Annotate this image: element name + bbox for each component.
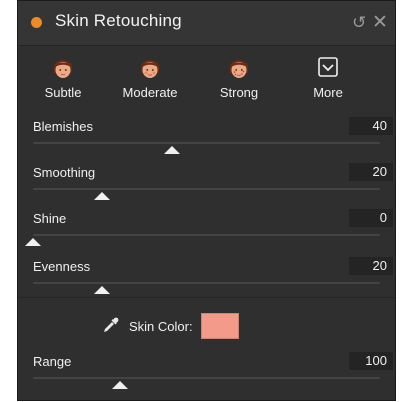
preset-bar: Subtle Moderate Strong More (18, 45, 395, 113)
preset-subtle-button[interactable]: Subtle (18, 55, 108, 100)
slider-thumb[interactable] (163, 146, 180, 154)
slider-value-field[interactable]: 100 (349, 352, 393, 370)
preset-label: Moderate (122, 85, 178, 100)
slider-label: Shine (33, 211, 67, 226)
slider-label: Evenness (33, 259, 91, 274)
preset-moderate-button[interactable]: Moderate (105, 55, 195, 100)
slider-evenness: Evenness 20 (18, 257, 395, 307)
face-strong-icon (230, 60, 248, 78)
preset-label: More (313, 85, 343, 100)
slider-value-field[interactable]: 0 (349, 209, 393, 227)
slider-track[interactable] (33, 377, 380, 379)
undo-icon[interactable]: ↺ (352, 13, 366, 33)
slider-thumb[interactable] (94, 192, 111, 200)
face-subtle-icon (54, 60, 72, 78)
slider-track[interactable] (33, 188, 380, 190)
skin-retouching-panel: Skin Retouching ↺ ✕ Subtle Moderate Stro… (17, 0, 396, 401)
more-presets-button[interactable]: More (283, 55, 373, 100)
slider-blemishes: Blemishes 40 (18, 117, 395, 167)
eyedropper-icon[interactable] (102, 316, 120, 334)
slider-label: Blemishes (33, 119, 93, 134)
slider-smoothing: Smoothing 20 (18, 163, 395, 213)
panel-title: Skin Retouching (55, 11, 182, 30)
preset-label: Subtle (44, 85, 82, 100)
preset-label: Strong (219, 85, 259, 100)
slider-label: Range (33, 354, 72, 369)
skin-color-row: Skin Color: (18, 311, 395, 341)
close-icon[interactable]: ✕ (372, 13, 388, 33)
slider-thumb[interactable] (25, 238, 41, 246)
slider-value-field[interactable]: 20 (349, 163, 393, 181)
face-moderate-icon (141, 60, 159, 78)
slider-range: Range 100 (18, 352, 395, 402)
slider-label: Smoothing (33, 165, 96, 180)
section-divider (18, 297, 395, 298)
slider-value-field[interactable]: 20 (349, 257, 393, 275)
slider-track[interactable] (33, 142, 380, 144)
skin-color-swatch[interactable] (201, 313, 239, 339)
skin-color-label: Skin Color: (129, 319, 193, 334)
slider-shine: Shine 0 (18, 209, 395, 259)
panel-status-dot (31, 17, 42, 28)
slider-thumb[interactable] (94, 286, 111, 294)
slider-thumb[interactable] (111, 381, 128, 389)
chevron-down-box-icon (318, 57, 338, 77)
slider-track[interactable] (33, 282, 380, 284)
slider-track[interactable] (33, 234, 380, 236)
slider-value-field[interactable]: 40 (349, 117, 393, 135)
panel-header: Skin Retouching ↺ ✕ (18, 1, 395, 46)
preset-strong-button[interactable]: Strong (194, 55, 284, 100)
